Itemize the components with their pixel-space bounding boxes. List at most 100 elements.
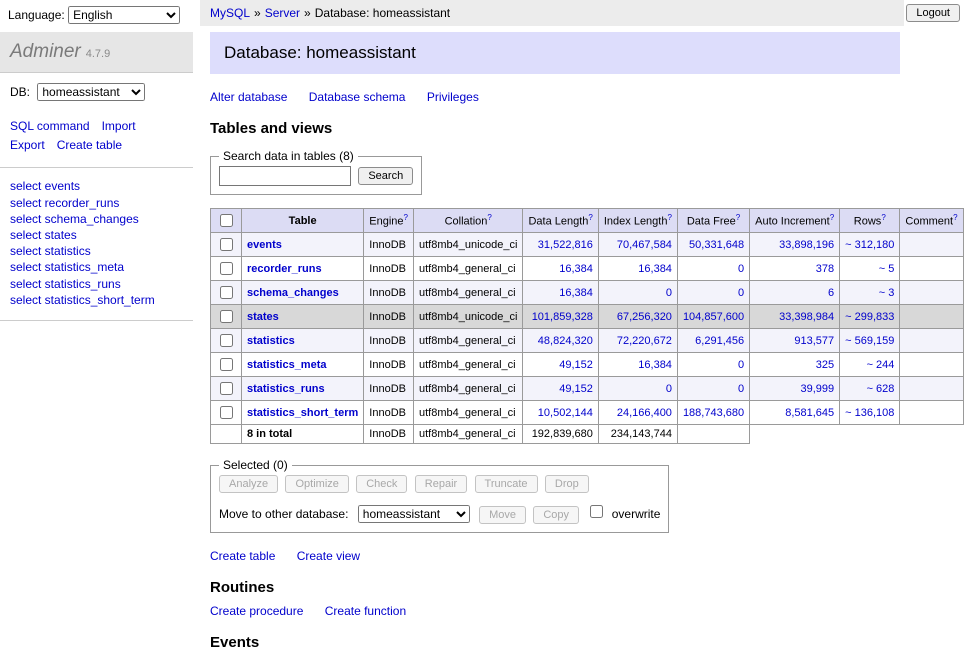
- sidebar-select-statistics[interactable]: select statistics: [10, 243, 183, 259]
- table-link-schema_changes[interactable]: schema_changes: [247, 287, 339, 299]
- sidebar-select-statistics-short-term[interactable]: select statistics_short_term: [10, 292, 183, 308]
- column-help-link[interactable]: ?: [588, 213, 592, 222]
- sidebar-link-sql-command[interactable]: SQL command: [10, 119, 90, 133]
- logout-button[interactable]: Logout: [906, 4, 960, 22]
- sidebar-select-recorder-runs[interactable]: select recorder_runs: [10, 195, 183, 211]
- table-link-statistics_short_term[interactable]: statistics_short_term: [247, 407, 358, 419]
- breadcrumb-current: Database: homeassistant: [315, 6, 450, 20]
- breadcrumb-link-mysql[interactable]: MySQL: [210, 6, 250, 20]
- row-select-checkbox[interactable]: [220, 334, 233, 347]
- column-help-link[interactable]: ?: [487, 213, 491, 222]
- engine-cell: InnoDB: [364, 233, 414, 257]
- search-input[interactable]: [219, 166, 351, 186]
- sidebar-link-export[interactable]: Export: [10, 138, 45, 152]
- table-link-recorder_runs[interactable]: recorder_runs: [247, 263, 322, 275]
- total-data-length: 192,839,680: [523, 425, 598, 444]
- sidebar-select-states[interactable]: select states: [10, 227, 183, 243]
- collation-cell: utf8mb4_unicode_ci: [414, 305, 523, 329]
- row-select-checkbox[interactable]: [220, 358, 233, 371]
- routines-heading: Routines: [210, 579, 910, 596]
- optimize-button[interactable]: Optimize: [285, 475, 348, 493]
- tables-overview: TableEngine?Collation?Data Length?Index …: [210, 208, 964, 444]
- breadcrumb-separator: »: [304, 6, 311, 20]
- table-name-cell: schema_changes: [242, 281, 364, 305]
- adminer-page: { "colors": { "accent": "#ddddfc", "link…: [0, 0, 966, 543]
- column-help-link[interactable]: ?: [667, 213, 671, 222]
- move-db-select[interactable]: homeassistant: [358, 505, 470, 523]
- move-button[interactable]: Move: [479, 506, 526, 524]
- sidebar-select-events[interactable]: select events: [10, 178, 183, 194]
- language-select[interactable]: English: [68, 6, 180, 24]
- alter-database-link[interactable]: Alter database: [210, 90, 287, 104]
- db-label: DB:: [10, 85, 30, 99]
- overwrite-checkbox[interactable]: [590, 505, 603, 518]
- engine-cell: InnoDB: [364, 257, 414, 281]
- column-help-link[interactable]: ?: [404, 213, 408, 222]
- row-select-cell: [211, 257, 242, 281]
- tables-header-row: TableEngine?Collation?Data Length?Index …: [211, 209, 964, 233]
- sidebar-select-statistics-runs[interactable]: select statistics_runs: [10, 276, 183, 292]
- table-link-statistics[interactable]: statistics: [247, 335, 295, 347]
- create-view-link[interactable]: Create view: [297, 549, 360, 563]
- auto-increment-cell: 33,398,984: [750, 305, 840, 329]
- column-header-collation: Collation?: [414, 209, 523, 233]
- row-select-checkbox[interactable]: [220, 238, 233, 251]
- comment-cell: [900, 281, 963, 305]
- row-select-checkbox[interactable]: [220, 406, 233, 419]
- table-link-events[interactable]: events: [247, 239, 282, 251]
- create-procedure-link[interactable]: Create procedure: [210, 604, 303, 618]
- breadcrumb-link-server[interactable]: Server: [265, 6, 300, 20]
- copy-button[interactable]: Copy: [533, 506, 579, 524]
- row-select-checkbox[interactable]: [220, 262, 233, 275]
- data-length-cell: 101,859,328: [523, 305, 598, 329]
- repair-button[interactable]: Repair: [415, 475, 467, 493]
- sidebar-table-links: select events select recorder_runs selec…: [0, 168, 193, 321]
- create-table-link[interactable]: Create table: [210, 549, 275, 563]
- sidebar-select-statistics-meta[interactable]: select statistics_meta: [10, 259, 183, 275]
- db-select[interactable]: homeassistant: [37, 83, 145, 101]
- column-header-auto-increment: Auto Increment?: [750, 209, 840, 233]
- select-all-checkbox[interactable]: [220, 214, 233, 227]
- table-name-cell: states: [242, 305, 364, 329]
- collation-cell: utf8mb4_general_ci: [414, 329, 523, 353]
- column-help-link[interactable]: ?: [736, 213, 740, 222]
- row-select-checkbox[interactable]: [220, 310, 233, 323]
- collation-cell: utf8mb4_general_ci: [414, 281, 523, 305]
- auto-increment-cell: 33,898,196: [750, 233, 840, 257]
- create-function-link[interactable]: Create function: [325, 604, 406, 618]
- table-link-statistics_meta[interactable]: statistics_meta: [247, 359, 327, 371]
- sidebar-link-create-table[interactable]: Create table: [57, 138, 122, 152]
- comment-cell: [900, 257, 963, 281]
- column-help-link[interactable]: ?: [953, 213, 957, 222]
- table-link-states[interactable]: states: [247, 311, 279, 323]
- row-select-cell: [211, 281, 242, 305]
- total-empty-cell: [211, 425, 242, 444]
- table-row-statistics_meta: statistics_metaInnoDButf8mb4_general_ci4…: [211, 353, 964, 377]
- drop-button[interactable]: Drop: [545, 475, 589, 493]
- app-logo: Adminer4.7.9: [0, 32, 193, 73]
- index-length-cell: 0: [598, 377, 677, 401]
- database-schema-link[interactable]: Database schema: [309, 90, 406, 104]
- column-help-link[interactable]: ?: [830, 213, 834, 222]
- privileges-link[interactable]: Privileges: [427, 90, 479, 104]
- table-link-statistics_runs[interactable]: statistics_runs: [247, 383, 325, 395]
- rows-cell: ~ 3: [840, 281, 900, 305]
- sidebar-select-schema-changes[interactable]: select schema_changes: [10, 211, 183, 227]
- engine-cell: InnoDB: [364, 305, 414, 329]
- data-length-cell: 16,384: [523, 281, 598, 305]
- total-data-free: [677, 425, 749, 444]
- index-length-cell: 16,384: [598, 257, 677, 281]
- total-collation: utf8mb4_general_ci: [414, 425, 523, 444]
- sidebar-link-import[interactable]: Import: [102, 119, 136, 133]
- column-help-link[interactable]: ?: [881, 213, 885, 222]
- check-button[interactable]: Check: [356, 475, 407, 493]
- table-row-statistics_runs: statistics_runsInnoDButf8mb4_general_ci4…: [211, 377, 964, 401]
- search-button[interactable]: Search: [358, 167, 413, 185]
- row-select-checkbox[interactable]: [220, 382, 233, 395]
- selected-fieldset: Selected (0) Analyze Optimize Check Repa…: [210, 458, 669, 533]
- analyze-button[interactable]: Analyze: [219, 475, 278, 493]
- create-links-row: Create table Create view: [210, 549, 910, 563]
- table-name-cell: recorder_runs: [242, 257, 364, 281]
- row-select-checkbox[interactable]: [220, 286, 233, 299]
- truncate-button[interactable]: Truncate: [475, 475, 538, 493]
